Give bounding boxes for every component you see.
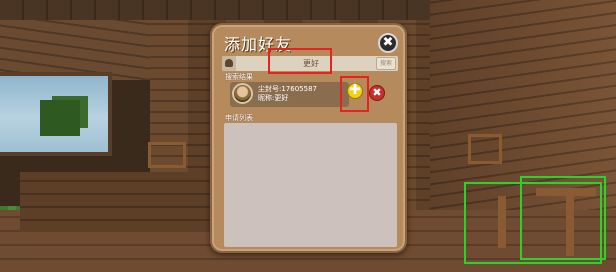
search-results-label: 搜索结果 (225, 73, 253, 81)
person-search-icon (222, 56, 236, 71)
result-text: 尘封号:17605587 昵称:更好 (258, 85, 317, 103)
request-list-label: 申请列表 (225, 114, 253, 122)
result-id: 尘封号:17605587 (258, 85, 317, 93)
search-highlight-box (268, 48, 332, 74)
add-button-highlight-box (340, 76, 369, 112)
request-list[interactable] (224, 123, 397, 247)
search-button[interactable]: 搜索 (376, 57, 396, 70)
search-result-item: 尘封号:17605587 昵称:更好 (230, 82, 349, 107)
window-frame-right (468, 134, 502, 164)
avatar (232, 83, 253, 104)
block-selection-outline-2 (520, 176, 606, 260)
left-wall (0, 20, 160, 80)
window-frame-left (148, 142, 186, 168)
close-icon[interactable]: ✖ (378, 33, 398, 53)
wooden-ledge (20, 172, 220, 232)
tree (40, 100, 80, 136)
result-nickname: 昵称:更好 (258, 94, 289, 102)
x-icon[interactable]: ✖ (369, 85, 385, 101)
